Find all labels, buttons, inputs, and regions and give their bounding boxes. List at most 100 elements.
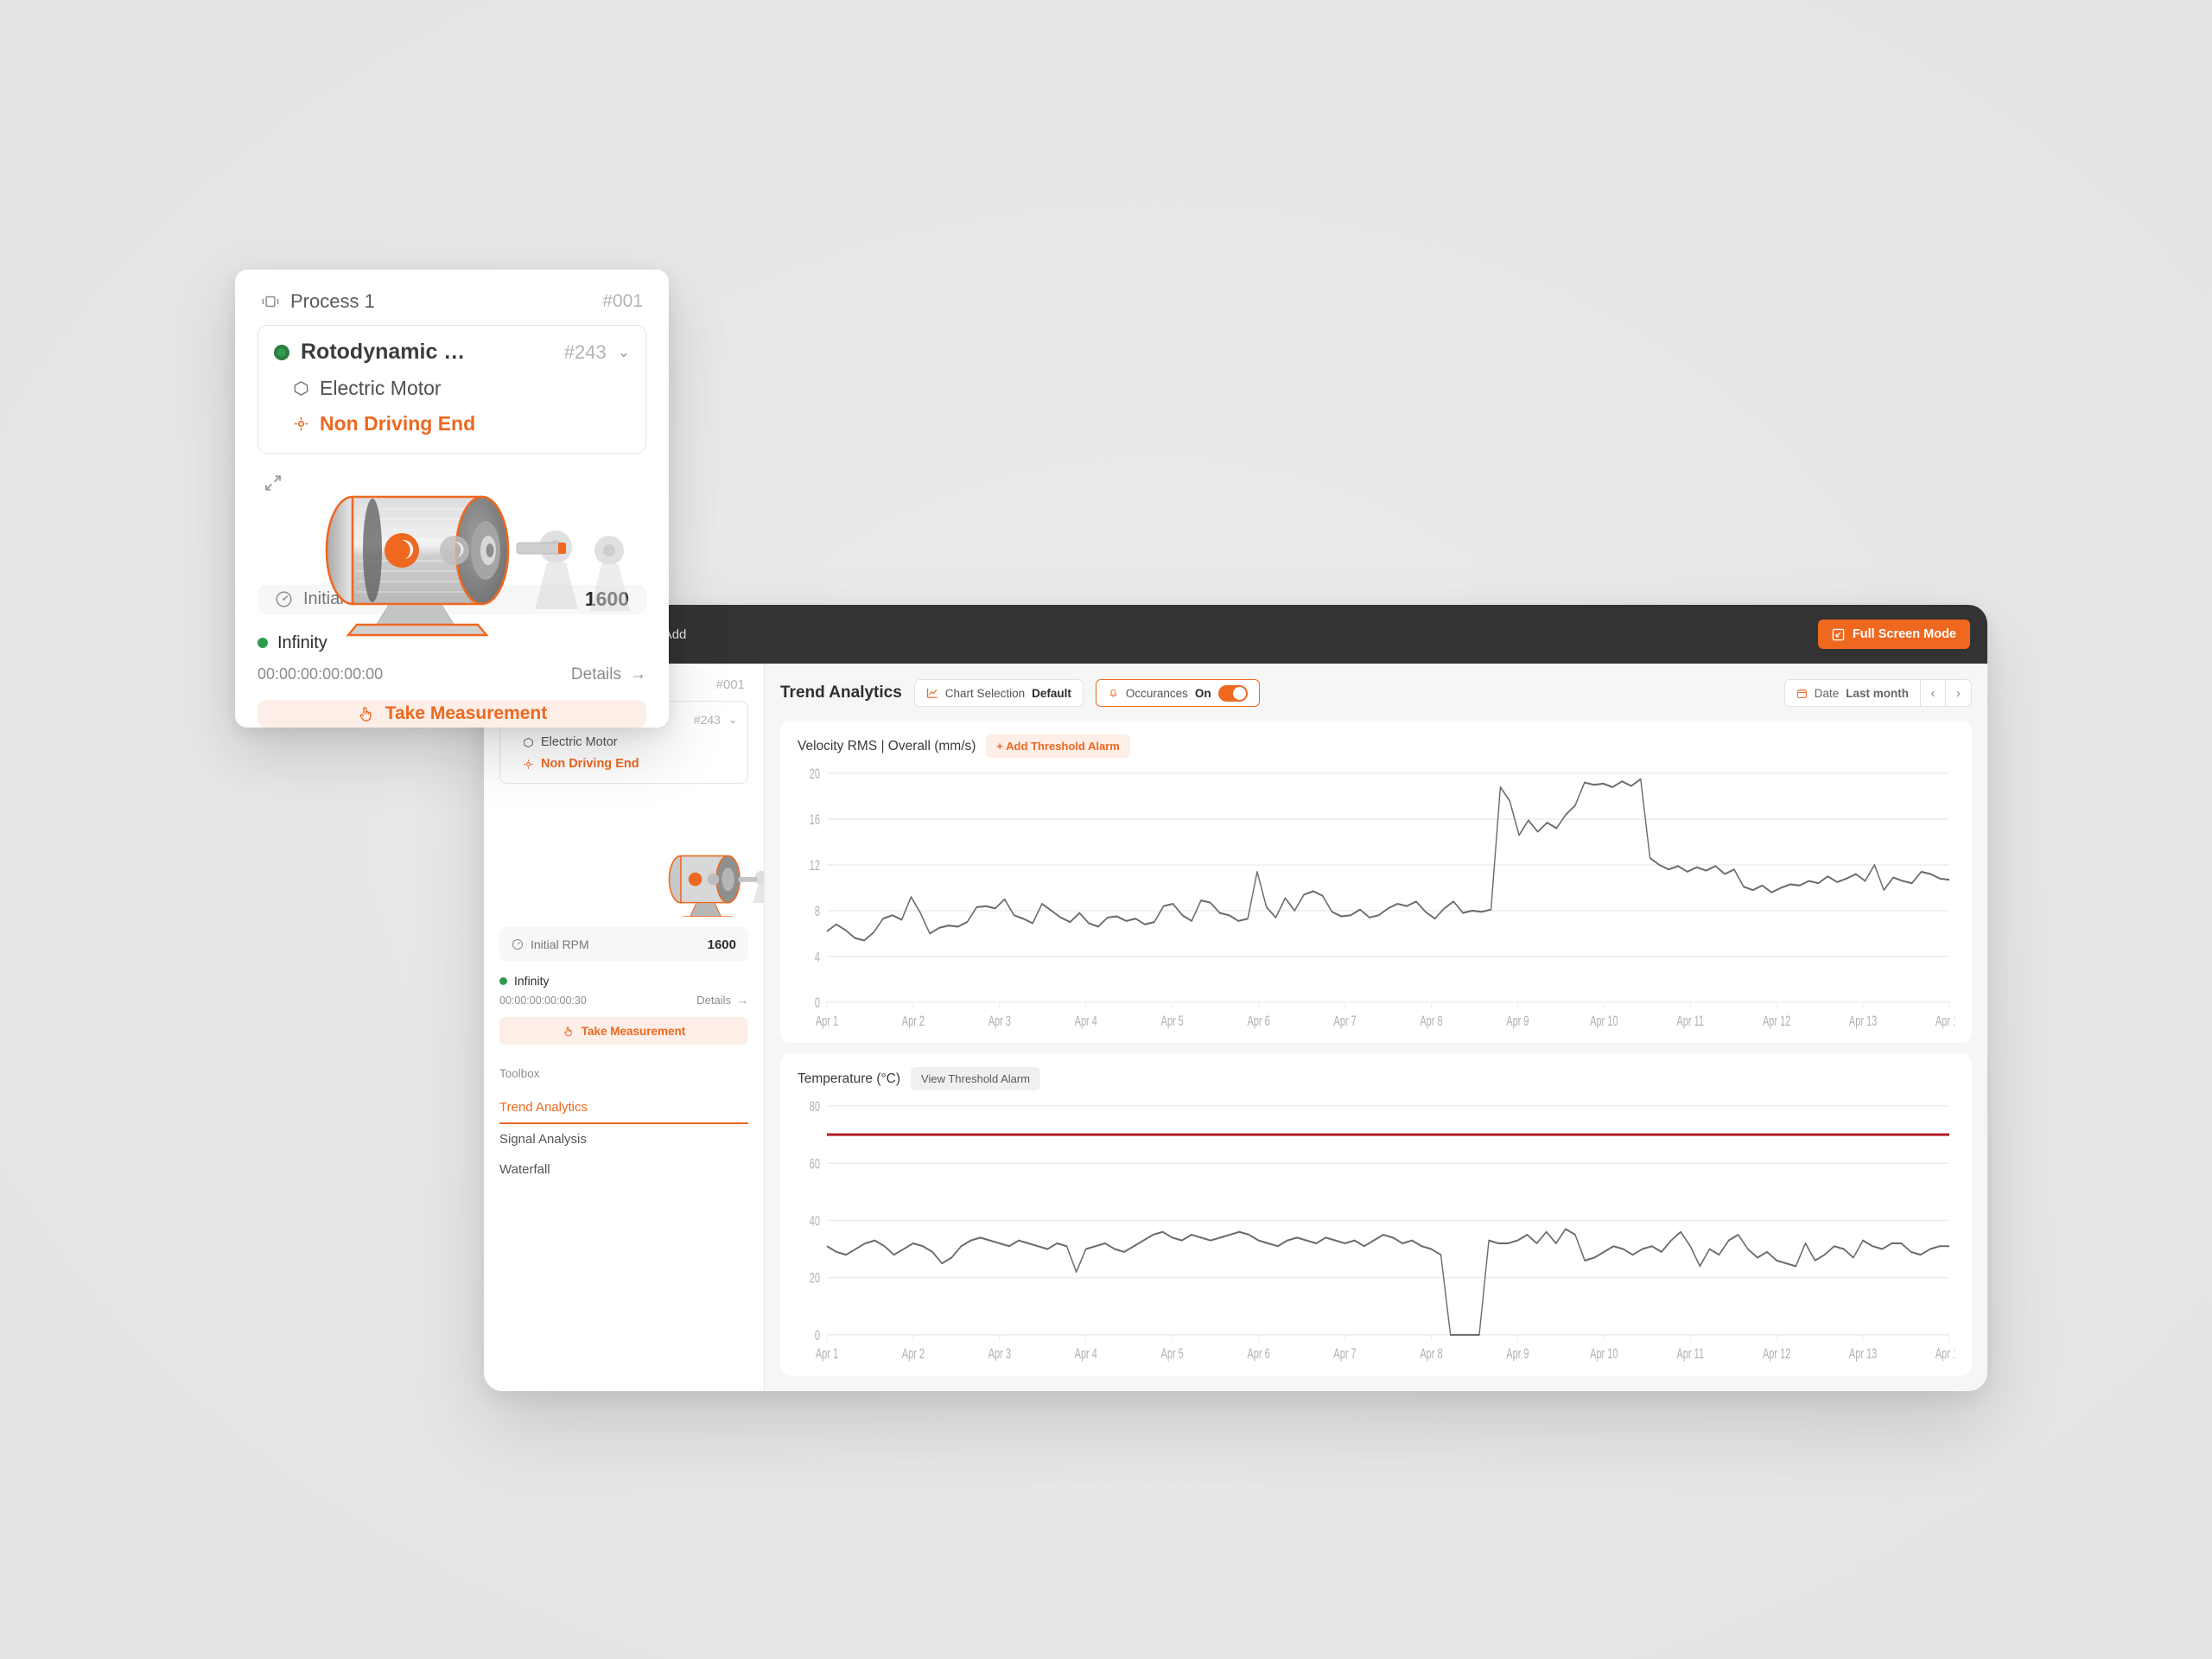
date-range-button[interactable]: Date Last month xyxy=(1783,679,1920,707)
add-threshold-alarm-button[interactable]: + Add Threshold Alarm xyxy=(986,734,1130,758)
full-screen-label: Full Screen Mode xyxy=(1852,627,1956,641)
card-location-row[interactable]: Non Driving End xyxy=(293,412,630,435)
svg-text:12: 12 xyxy=(810,857,820,874)
chart-selection-label: Chart Selection xyxy=(944,686,1026,700)
occurances-toggle-button[interactable]: Occurances On xyxy=(1095,679,1260,707)
gauge-icon xyxy=(512,938,524,950)
next-period-button[interactable]: › xyxy=(1946,679,1972,707)
svg-text:16: 16 xyxy=(810,811,820,828)
toolbox: Toolbox Trend Analytics Signal Analysis … xyxy=(484,1067,764,1185)
sidebar-component-row[interactable]: Electric Motor xyxy=(523,735,737,749)
svg-text:Apr 5: Apr 5 xyxy=(1161,1013,1184,1029)
svg-text:Apr 13: Apr 13 xyxy=(1849,1345,1877,1362)
full-screen-mode-button[interactable]: Full Screen Mode xyxy=(1817,620,1970,649)
svg-text:Apr 7: Apr 7 xyxy=(1333,1345,1356,1362)
main-toolbar: Trend Analytics Chart Selection Default xyxy=(780,676,1972,710)
screen: Rotodynamic... × Process 1 + Add Full Sc… xyxy=(0,0,2212,1659)
svg-text:Apr 8: Apr 8 xyxy=(1420,1345,1442,1362)
sidebar-details-label: Details xyxy=(696,994,731,1007)
card-status-dot xyxy=(257,638,268,649)
toolbox-item-trend-analytics[interactable]: Trend Analytics xyxy=(499,1092,748,1124)
svg-text:Apr 3: Apr 3 xyxy=(988,1345,1011,1362)
svg-text:Apr 13: Apr 13 xyxy=(1849,1013,1877,1029)
main-content: Trend Analytics Chart Selection Default xyxy=(765,664,1987,1391)
svg-text:40: 40 xyxy=(810,1212,820,1229)
sidebar: Process 1 #001 Rotodynamic Pu... #243 ⌄ xyxy=(484,664,765,1391)
expand-screen-icon xyxy=(1832,628,1845,641)
card-process-row: Process 1 #001 xyxy=(257,290,646,325)
sidebar-rpm-label: Initial RPM xyxy=(531,938,589,951)
prev-period-button[interactable]: ‹ xyxy=(1920,679,1946,707)
toolbox-label: Toolbox xyxy=(499,1067,540,1080)
card-take-measurement-button[interactable]: Take Measurement xyxy=(257,699,646,728)
chevron-down-icon[interactable]: ⌄ xyxy=(728,714,737,726)
card-motor-visual xyxy=(257,467,646,637)
date-label: Date xyxy=(1814,686,1840,700)
svg-text:0: 0 xyxy=(815,995,820,1011)
svg-text:Apr 2: Apr 2 xyxy=(902,1013,925,1029)
chevron-down-icon[interactable]: ⌄ xyxy=(618,344,630,361)
sidebar-process-id: #001 xyxy=(715,677,745,692)
sidebar-component-label: Electric Motor xyxy=(541,735,618,749)
bell-icon xyxy=(1108,687,1119,699)
svg-text:Apr 10: Apr 10 xyxy=(1590,1345,1618,1362)
sidebar-take-measurement-button[interactable]: Take Measurement xyxy=(499,1017,748,1045)
svg-text:Apr 5: Apr 5 xyxy=(1161,1345,1184,1362)
arrow-right-icon: → xyxy=(630,664,646,683)
svg-text:Apr 11: Apr 11 xyxy=(1676,1345,1704,1362)
sidebar-time-row: 00:00:00:00:00:30 Details → xyxy=(499,994,748,1007)
card-take-label: Take Measurement xyxy=(385,702,548,723)
card-details-label: Details xyxy=(570,664,621,683)
svg-text:Apr 6: Apr 6 xyxy=(1247,1013,1269,1029)
velocity-chart-plot: 0 4 8 12 16 20 Apr 1 Apr 2 Apr 3 Apr 4 Apr 5 Apr 6 A… xyxy=(798,763,1955,1036)
svg-text:Apr 9: Apr 9 xyxy=(1506,1345,1529,1362)
tap-hand-icon xyxy=(563,1026,574,1037)
card-asset-id: #243 xyxy=(563,340,607,363)
svg-text:Apr 8: Apr 8 xyxy=(1420,1013,1442,1029)
svg-text:8: 8 xyxy=(815,903,820,919)
sidebar-asset-id: #243 xyxy=(693,713,721,727)
svg-text:Apr 3: Apr 3 xyxy=(988,1013,1011,1029)
svg-text:Apr 10: Apr 10 xyxy=(1590,1013,1618,1029)
velocity-chart-title: Velocity RMS | Overall (mm/s) xyxy=(798,738,976,753)
process-icon xyxy=(261,294,280,309)
svg-text:Apr 4: Apr 4 xyxy=(1075,1345,1097,1362)
window-body: Process 1 #001 Rotodynamic Pu... #243 ⌄ xyxy=(484,664,1987,1391)
temperature-chart-plot: 0 20 40 60 80 Apr 1 Apr 2 Apr 3 Apr 4 Apr 5 Apr 6 A… xyxy=(798,1096,1955,1369)
svg-text:Apr 14: Apr 14 xyxy=(1936,1013,1955,1029)
temperature-chart-title: Temperature (°C) xyxy=(798,1071,901,1086)
occurances-label: Occurances xyxy=(1125,686,1188,700)
arrow-right-icon: → xyxy=(737,994,748,1007)
sidebar-details-link[interactable]: Details → xyxy=(696,994,748,1007)
date-value: Last month xyxy=(1846,686,1909,700)
sidebar-rpm-row: Initial RPM 1600 xyxy=(499,927,748,962)
sidebar-rpm-value: 1600 xyxy=(707,937,736,952)
occurances-switch[interactable] xyxy=(1217,684,1248,702)
svg-text:Apr 2: Apr 2 xyxy=(902,1345,925,1362)
toolbox-item-signal-analysis[interactable]: Signal Analysis xyxy=(499,1124,748,1154)
view-threshold-alarm-button[interactable]: View Threshold Alarm xyxy=(911,1067,1041,1090)
sidebar-location-row[interactable]: Non Driving End xyxy=(523,757,737,771)
svg-text:20: 20 xyxy=(810,1269,820,1286)
measurement-point-icon xyxy=(523,759,534,770)
tap-hand-icon xyxy=(357,705,374,722)
temperature-chart-card: Temperature (°C) View Threshold Alarm 0 2… xyxy=(780,1053,1972,1376)
chart-selection-button[interactable]: Chart Selection Default xyxy=(913,679,1084,707)
svg-text:Apr 1: Apr 1 xyxy=(816,1345,838,1362)
title-bar: Rotodynamic... × Process 1 + Add Full Sc… xyxy=(484,605,1987,664)
card-timestamp: 00:00:00:00:00:00 xyxy=(257,665,384,683)
sidebar-take-label: Take Measurement xyxy=(581,1024,686,1038)
card-process-label: Process 1 xyxy=(290,290,375,312)
svg-text:Apr 7: Apr 7 xyxy=(1333,1013,1356,1029)
svg-text:0: 0 xyxy=(815,1327,820,1344)
measurement-point-icon xyxy=(293,416,309,432)
cube-icon xyxy=(293,380,309,397)
svg-text:4: 4 xyxy=(815,949,820,965)
card-component-row[interactable]: Electric Motor xyxy=(293,377,630,400)
sidebar-motor-visual xyxy=(484,787,764,922)
card-asset-tree[interactable]: Rotodynamic Pu... #243 ⌄ Electric Motor xyxy=(257,325,646,454)
occurances-value: On xyxy=(1194,686,1211,700)
card-details-link[interactable]: Details → xyxy=(571,665,646,684)
toolbox-item-waterfall[interactable]: Waterfall xyxy=(499,1154,748,1185)
chart-line-icon xyxy=(926,687,938,699)
